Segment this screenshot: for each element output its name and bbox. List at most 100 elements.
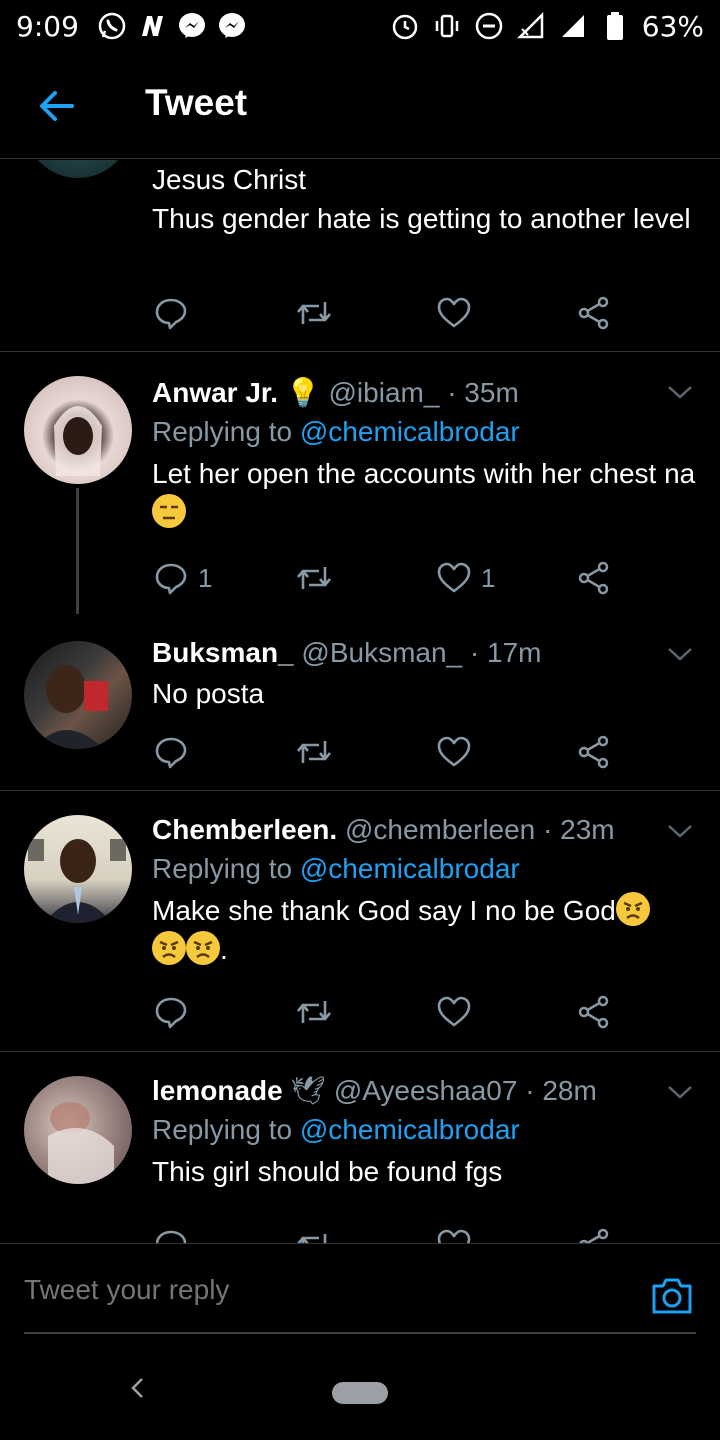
retweet-icon — [297, 741, 331, 763]
reply-button[interactable] — [154, 992, 188, 1032]
camera-icon[interactable] — [650, 1276, 694, 1316]
tweet-item[interactable]: lemonade 🕊 @Ayeeshaa07 · 28m Replying to… — [0, 1052, 720, 1243]
reply-input[interactable] — [24, 1274, 584, 1306]
retweet-button[interactable] — [295, 293, 333, 333]
avatar[interactable] — [24, 160, 132, 178]
tweet-time: 17m — [487, 637, 542, 668]
share-button[interactable] — [578, 732, 610, 772]
vibrate-icon — [432, 11, 462, 41]
signal-icon — [516, 11, 546, 41]
like-button[interactable] — [437, 732, 471, 772]
author-handle[interactable]: @Ayeeshaa07 — [334, 1075, 518, 1106]
messenger-icon — [177, 11, 207, 41]
back-arrow-icon[interactable] — [36, 86, 76, 126]
reply-underline — [24, 1332, 696, 1334]
thread-line — [76, 488, 79, 614]
nav-back-icon[interactable] — [126, 1376, 150, 1400]
separator-dot: · — [525, 1075, 535, 1106]
replying-to: Replying to @chemicalbrodar — [152, 851, 696, 887]
tweet-time: 28m — [542, 1075, 597, 1106]
reply-button[interactable] — [154, 1225, 188, 1243]
reply-button[interactable]: 1 — [154, 558, 212, 598]
like-button[interactable] — [437, 992, 471, 1032]
replying-to: Replying to @chemicalbrodar — [152, 414, 696, 450]
reply-bar — [0, 1243, 720, 1335]
like-button[interactable]: 1 — [437, 558, 495, 598]
avatar[interactable] — [24, 1076, 132, 1184]
retweet-button[interactable] — [295, 732, 333, 772]
tweet-meta: Chemberleen. @chemberleen · 23m — [152, 813, 696, 847]
navigation-bar — [0, 1336, 720, 1440]
share-icon — [579, 1228, 609, 1243]
replying-handle-link[interactable]: @chemicalbrodar — [300, 853, 520, 884]
like-button[interactable] — [437, 1225, 471, 1243]
tweet-item[interactable]: Jesus Christ Thus gender hate is getting… — [0, 160, 720, 351]
author-name[interactable]: lemonade — [152, 1075, 283, 1106]
dove-icon: 🕊 — [290, 1075, 327, 1106]
tweet-text: No posta — [152, 678, 265, 709]
share-icon — [578, 995, 609, 1029]
retweet-button[interactable] — [295, 558, 333, 598]
tweet-time: 23m — [560, 814, 615, 845]
angry-face-emoji — [152, 931, 186, 965]
reply-button[interactable] — [154, 732, 188, 772]
share-icon — [578, 561, 609, 595]
tweet-item[interactable]: Buksman_ @Buksman_ · 17m No posta — [0, 614, 720, 790]
avatar[interactable] — [24, 815, 132, 923]
heart-icon — [437, 736, 471, 767]
tweet-text: Jesus Christ Thus gender hate is getting… — [152, 164, 691, 234]
reply-icon — [155, 737, 187, 769]
chevron-down-icon[interactable] — [666, 1082, 694, 1102]
retweet-button[interactable] — [295, 992, 333, 1032]
chevron-down-icon[interactable] — [666, 644, 694, 664]
chevron-down-icon[interactable] — [666, 382, 694, 402]
home-pill[interactable] — [332, 1382, 388, 1404]
retweet-icon — [297, 1001, 331, 1023]
unamused-face-emoji — [152, 494, 186, 528]
page-title: Tweet — [145, 82, 248, 123]
share-button[interactable] — [578, 992, 610, 1032]
tweet-item[interactable]: Chemberleen. @chemberleen · 23m Replying… — [0, 791, 720, 1051]
alarm-icon — [390, 11, 420, 41]
tweet-text: Let her open the accounts with her chest… — [152, 454, 696, 532]
share-button[interactable] — [578, 293, 610, 333]
author-name[interactable]: Buksman_ — [152, 637, 294, 668]
chevron-down-icon[interactable] — [666, 821, 694, 841]
replying-prefix: Replying to — [152, 1114, 293, 1145]
author-handle[interactable]: @Buksman_ — [301, 637, 462, 668]
separator-dot: · — [543, 814, 553, 845]
retweet-button[interactable] — [295, 1225, 333, 1243]
battery-percent: 63% — [641, 9, 704, 43]
signal-3g-icon — [558, 11, 588, 41]
tweet-text: This girl should be found fgs — [152, 1156, 503, 1187]
avatar[interactable] — [24, 641, 132, 749]
share-button[interactable] — [578, 1225, 610, 1243]
retweet-icon — [297, 1234, 327, 1243]
tweet-feed[interactable]: Jesus Christ Thus gender hate is getting… — [0, 160, 720, 1243]
n-icon — [137, 11, 167, 41]
heart-icon — [437, 996, 471, 1027]
status-bar: 9:09 63% — [0, 0, 720, 52]
replying-prefix: Replying to — [152, 853, 293, 884]
header: Tweet — [0, 52, 720, 159]
replying-handle-link[interactable]: @chemicalbrodar — [300, 1114, 520, 1145]
tweet-text: Make she thank God say I no be God . — [152, 891, 696, 969]
author-name[interactable]: Chemberleen. — [152, 814, 337, 845]
share-button[interactable] — [578, 558, 610, 598]
avatar[interactable] — [24, 376, 132, 484]
like-button[interactable] — [437, 293, 471, 333]
tweet-meta: Buksman_ @Buksman_ · 17m — [152, 636, 696, 670]
author-handle[interactable]: @chemberleen — [345, 814, 535, 845]
reply-icon — [155, 1230, 187, 1243]
separator-dot: · — [469, 637, 480, 668]
whatsapp-icon — [97, 11, 127, 41]
angry-face-emoji — [186, 931, 220, 965]
heart-icon — [437, 297, 471, 328]
reply-icon — [155, 563, 187, 595]
tweet-text-content: Make she thank God say I no be God — [152, 895, 616, 926]
reply-icon — [155, 298, 187, 330]
reply-button[interactable] — [154, 293, 188, 333]
battery-icon — [600, 11, 630, 41]
replying-handle-link[interactable]: @chemicalbrodar — [300, 416, 520, 447]
retweet-icon — [297, 302, 331, 324]
